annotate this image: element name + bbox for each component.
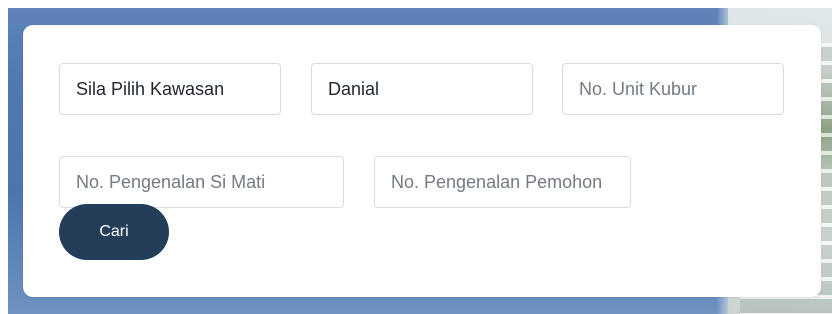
grave-unit-input[interactable]: No. Unit Kubur	[562, 63, 784, 115]
applicant-id-input[interactable]: No. Pengenalan Pemohon	[374, 156, 631, 208]
search-button[interactable]: Cari	[59, 204, 169, 260]
deceased-id-input[interactable]: No. Pengenalan Si Mati	[59, 156, 344, 208]
area-select[interactable]: Sila Pilih Kawasan	[59, 63, 281, 115]
name-input[interactable]: Danial	[311, 63, 533, 115]
search-card: Sila Pilih Kawasan Danial No. Unit Kubur…	[23, 25, 821, 297]
